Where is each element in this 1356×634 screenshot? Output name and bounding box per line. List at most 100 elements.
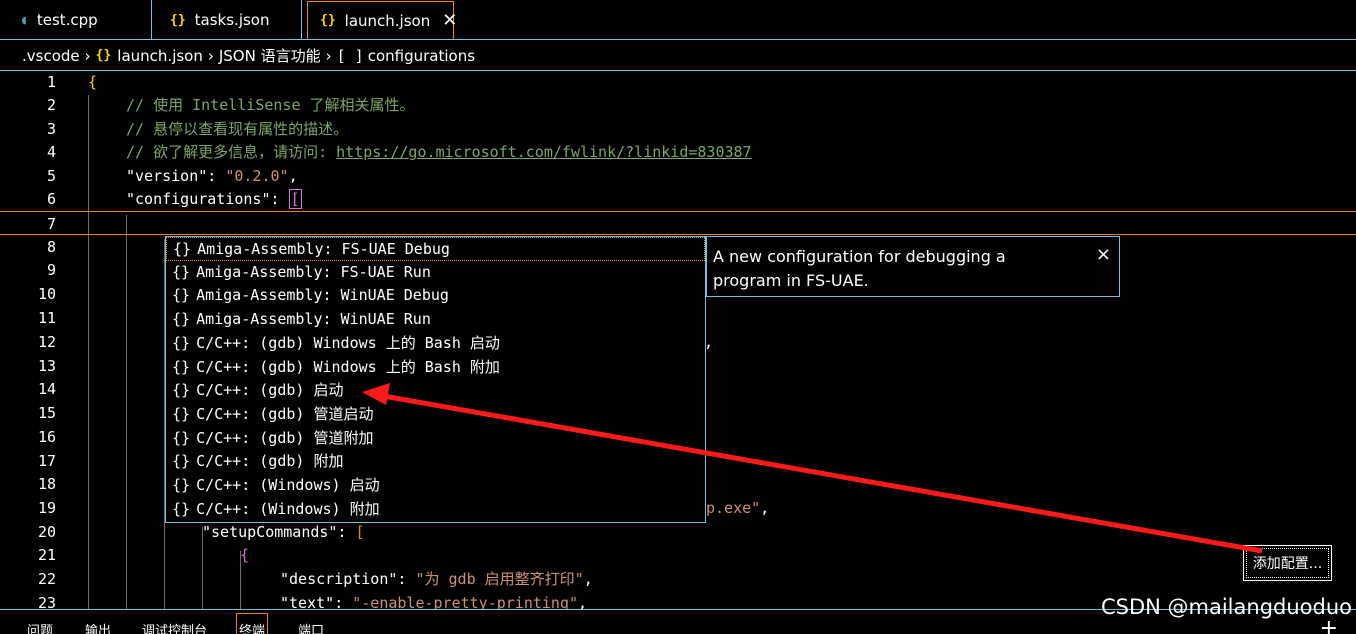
code-text: "version": "0.2.0", — [126, 167, 298, 185]
line-number: 10 — [37, 285, 56, 303]
line-number: 11 — [37, 309, 56, 327]
json-key: "setupCommands" — [202, 523, 338, 541]
fwlink-url[interactable]: https://go.microsoft.com/fwlink/?linkid=… — [336, 143, 751, 161]
code-text: // 欲了解更多信息，请访问: https://go.microsoft.com… — [126, 140, 752, 164]
code-text: { — [88, 73, 98, 91]
braces-icon: {} — [172, 357, 191, 376]
code-text: "description": "为 gdb 启用整齐打印", — [280, 570, 593, 588]
braces-icon: {} — [172, 428, 191, 447]
line-number: 18 — [37, 475, 56, 493]
array-icon: [ ] — [336, 46, 364, 65]
panel-tab-output[interactable]: 输出 — [85, 620, 111, 634]
line-number: 4 — [46, 143, 56, 161]
json-key: "description" — [280, 570, 398, 588]
line-number: 20 — [37, 523, 56, 541]
braces-icon: {} — [173, 240, 192, 258]
suggest-label: C/C++: (gdb) 附加 — [196, 452, 344, 471]
suggest-item[interactable]: {} Amiga-Assembly: FS-UAE Run — [166, 261, 705, 285]
json-key: "configurations" — [126, 190, 271, 208]
line-number: 16 — [37, 428, 56, 446]
suggest-item[interactable]: {} C/C++: (Windows) 启动 — [166, 474, 705, 498]
breadcrumb-section[interactable]: JSON 语言功能 — [219, 45, 321, 66]
suggest-label: C/C++: (gdb) 管道附加 — [196, 428, 374, 447]
suggest-widget: {} Amiga-Assembly: FS-UAE Debug {} Amiga-A… — [165, 236, 706, 523]
panel-tab-terminal[interactable]: 终端 — [236, 613, 269, 634]
line-number: 22 — [37, 570, 56, 588]
json-brace: { — [240, 546, 250, 564]
suggest-details: A new configuration for debugging a prog… — [706, 236, 1120, 297]
suggest-item[interactable]: {} Amiga-Assembly: WinUAE Run — [166, 308, 705, 332]
line-number: 5 — [46, 167, 56, 185]
line-number: 19 — [37, 499, 56, 517]
code-comment: // 使用 IntelliSense 了解相关属性。 — [126, 96, 415, 114]
suggest-label: C/C++: (gdb) Windows 上的 Bash 启动 — [196, 333, 500, 352]
tab-test-cpp[interactable]: ◖ test.cpp — [0, 0, 152, 40]
json-file-icon: {} — [320, 13, 336, 28]
suggest-label: C/C++: (gdb) 启动 — [196, 381, 344, 400]
tab-bar: ◖ test.cpp {} tasks.json {} launch.json … — [0, 0, 1356, 40]
code-text: "text": "-enable-pretty-printing", — [280, 591, 587, 609]
chevron-right-icon: › — [84, 46, 91, 65]
suggest-label: Amiga-Assembly: FS-UAE Run — [196, 262, 431, 281]
code-line: 2 // 使用 IntelliSense 了解相关属性。 — [0, 93, 1356, 117]
line-number: 3 — [46, 120, 56, 138]
line-number: 23 — [37, 594, 56, 609]
line-number: 13 — [37, 357, 56, 375]
code-line: 21 { — [0, 543, 1356, 567]
suggest-item[interactable]: {} C/C++: (gdb) 管道启动 — [166, 403, 705, 427]
tab-tasks-json[interactable]: {} tasks.json — [152, 0, 302, 40]
panel-tab-ports[interactable]: 端口 — [298, 620, 324, 634]
close-icon[interactable]: × — [1096, 243, 1111, 267]
close-icon[interactable]: ✕ — [442, 10, 457, 31]
code-line: 20 "setupCommands": [ — [0, 520, 1356, 544]
line-number: 8 — [46, 238, 56, 256]
details-text: A new configuration for debugging a prog… — [713, 247, 1006, 290]
code-line: 3 // 悬停以查看现有属性的描述。 — [0, 117, 1356, 141]
tab-label: tasks.json — [194, 11, 270, 29]
suggest-item[interactable]: {} C/C++: (gdb) 管道附加 — [166, 427, 705, 451]
breadcrumb-file[interactable]: launch.json — [117, 47, 203, 65]
tab-label: launch.json — [344, 11, 431, 30]
code-punct: , — [760, 499, 770, 517]
json-string: p.exe" — [706, 499, 761, 517]
json-string: "为 gdb 启用整齐打印" — [415, 570, 584, 588]
suggest-item[interactable]: {} C/C++: (gdb) 附加 — [166, 450, 705, 474]
panel-tab-problems[interactable]: 问题 — [27, 620, 53, 634]
line-number: 14 — [37, 380, 56, 398]
suggest-item[interactable]: {} Amiga-Assembly: FS-UAE Debug — [166, 237, 705, 261]
suggest-item[interactable]: {} C/C++: (gdb) Windows 上的 Bash 附加 — [166, 356, 705, 380]
json-key: "version" — [126, 167, 208, 185]
line-number: 2 — [46, 96, 56, 114]
suggest-item[interactable]: {} C/C++: (gdb) Windows 上的 Bash 启动 — [166, 332, 705, 356]
braces-icon: {} — [172, 310, 191, 329]
breadcrumb-item[interactable]: configurations — [368, 47, 475, 65]
line-number: 21 — [37, 546, 56, 564]
panel-tab-debug-console[interactable]: 调试控制台 — [142, 620, 207, 634]
line-number: 7 — [46, 215, 56, 233]
suggest-item[interactable]: {} C/C++: (gdb) 启动 — [166, 379, 705, 403]
line-number: 9 — [46, 261, 56, 279]
suggest-label: C/C++: (gdb) 管道启动 — [196, 404, 374, 423]
code-comment: // 悬停以查看现有属性的描述。 — [126, 120, 349, 138]
json-file-icon: {} — [170, 12, 186, 28]
braces-icon: {} — [172, 286, 191, 305]
braces-icon: {} — [172, 381, 191, 400]
tab-launch-json[interactable]: {} launch.json ✕ — [307, 1, 457, 39]
suggest-label: Amiga-Assembly: WinUAE Debug — [196, 286, 449, 305]
current-line: 7 — [0, 211, 1356, 235]
breadcrumb-folder[interactable]: .vscode — [22, 47, 80, 65]
cpp-file-icon: ◖ — [20, 12, 28, 28]
tab-label: test.cpp — [36, 11, 98, 29]
breadcrumb: .vscode › {} launch.json › JSON 语言功能 › [… — [0, 41, 1356, 71]
watermark: CSDN @mailangduoduo — [1100, 595, 1352, 619]
suggest-label: Amiga-Assembly: FS-UAE Debug — [197, 240, 450, 258]
suggest-label: C/C++: (gdb) Windows 上的 Bash 附加 — [196, 357, 500, 376]
add-configuration-button[interactable]: 添加配置... — [1243, 545, 1332, 581]
json-string: "-enable-pretty-printing" — [352, 594, 579, 609]
suggest-item[interactable]: {} Amiga-Assembly: WinUAE Debug — [166, 284, 705, 308]
line-number: 6 — [46, 190, 56, 208]
braces-icon: {} — [172, 262, 191, 281]
code-line: 22 "description": "为 gdb 启用整齐打印", — [0, 567, 1356, 591]
code-text: "setupCommands": [ — [202, 523, 365, 541]
suggest-item[interactable]: {} C/C++: (Windows) 附加 — [166, 498, 705, 522]
